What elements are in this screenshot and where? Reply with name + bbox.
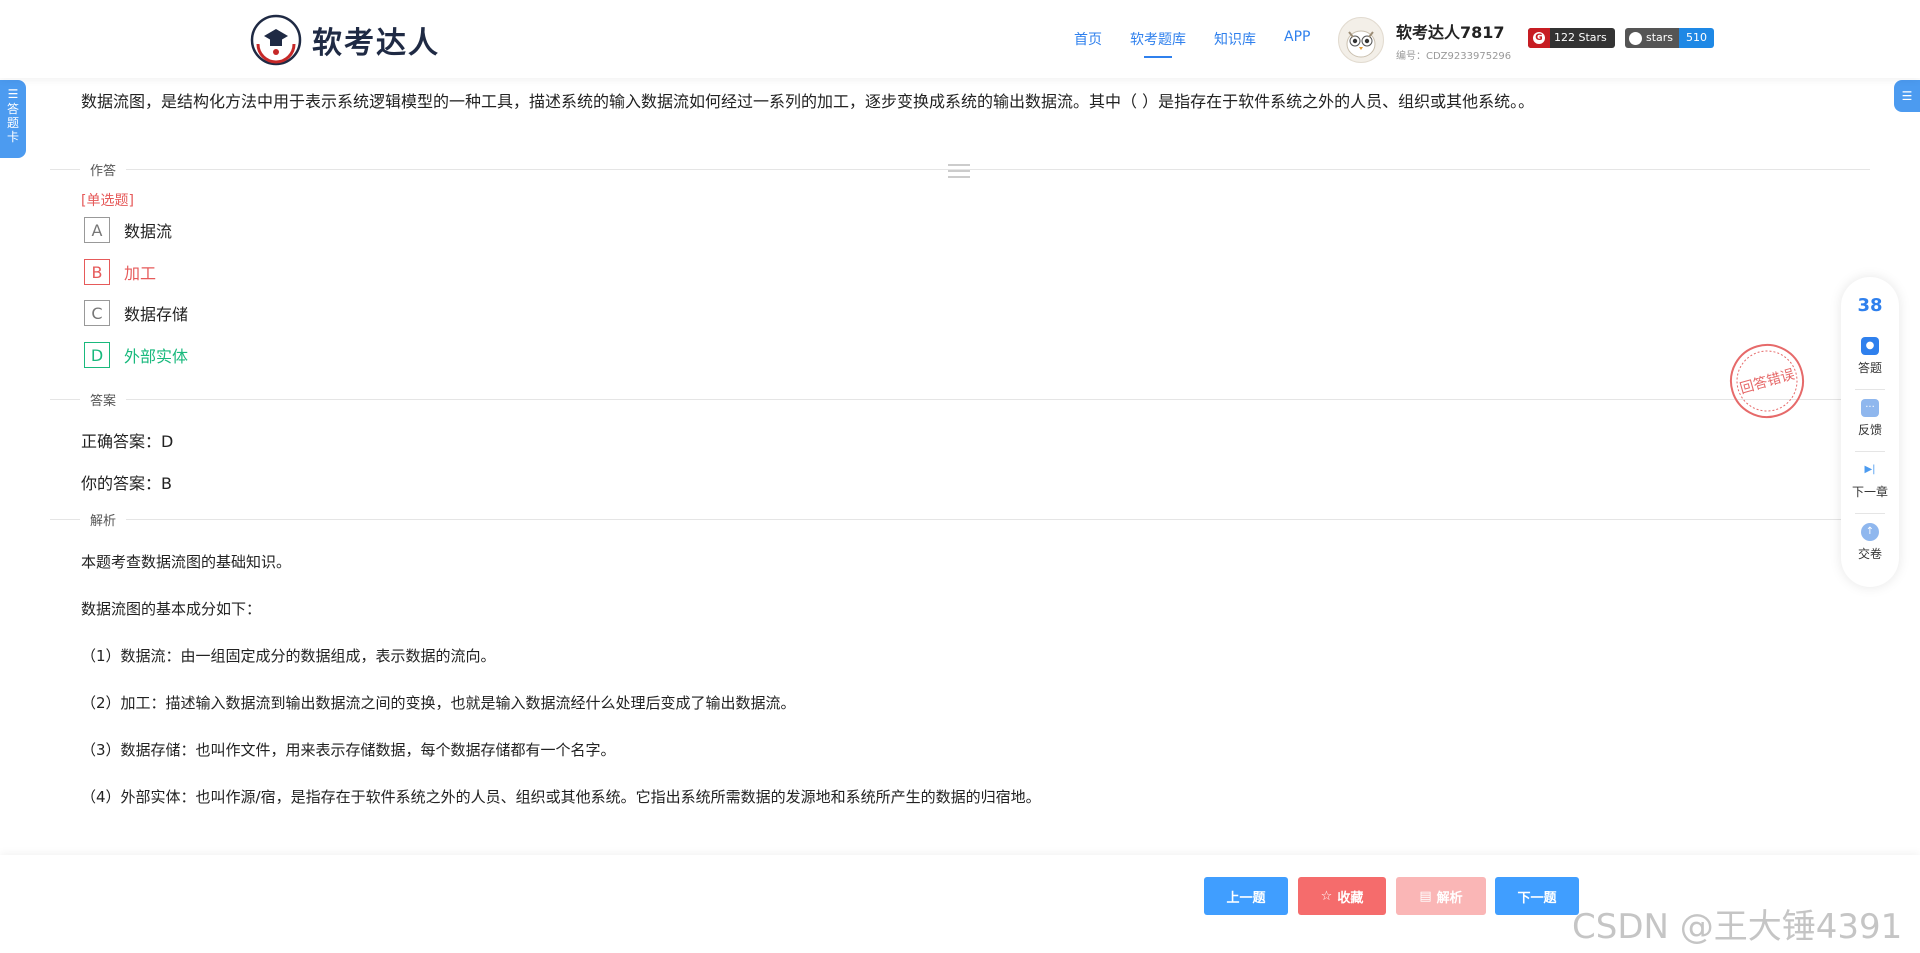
option-a[interactable]: A 数据流 bbox=[84, 217, 172, 243]
option-d[interactable]: D 外部实体 bbox=[84, 342, 188, 368]
favorite-button[interactable]: ☆ 收藏 bbox=[1298, 877, 1386, 915]
main-nav: 首页 软考题库 知识库 APP bbox=[1074, 29, 1310, 58]
nav-app[interactable]: APP bbox=[1284, 29, 1310, 49]
option-b[interactable]: B 加工 bbox=[84, 259, 156, 285]
next-chapter-button[interactable]: ▶| 下一章 bbox=[1841, 461, 1899, 500]
menu-icon: ☰ bbox=[1901, 89, 1913, 103]
divider bbox=[1855, 451, 1885, 452]
answer-button[interactable]: ● 答题 bbox=[1841, 337, 1899, 376]
owl-avatar-icon bbox=[1346, 30, 1376, 58]
section-result-label: 答案 bbox=[80, 390, 127, 409]
divider bbox=[1855, 389, 1885, 390]
user-id: 编号：CDZ9233975296 bbox=[1396, 50, 1512, 62]
nav-knowledge-base[interactable]: 知识库 bbox=[1214, 29, 1256, 49]
lightbulb-icon: ● bbox=[1861, 337, 1879, 355]
analysis-paragraph: 数据流图的基本成分如下： bbox=[81, 600, 262, 618]
github-icon bbox=[1629, 31, 1642, 45]
upload-icon: ↑ bbox=[1861, 523, 1879, 541]
csdn-watermark: CSDN @王大锤4391 bbox=[1572, 907, 1903, 947]
section-answer-label: 作答 bbox=[80, 160, 127, 179]
bottom-action-bar: 上一题 ☆ 收藏 ▤ 解析 下一题 CSDN @王大锤4391 bbox=[0, 855, 1920, 953]
divider bbox=[1855, 513, 1885, 514]
analysis-paragraph: 本题考查数据流图的基础知识。 bbox=[81, 553, 292, 571]
next-question-button[interactable]: 下一题 bbox=[1495, 877, 1579, 915]
submit-exam-button[interactable]: ↑ 交卷 bbox=[1841, 523, 1899, 562]
gitee-icon: G bbox=[1528, 28, 1550, 48]
nav-home[interactable]: 首页 bbox=[1074, 29, 1102, 49]
wrong-answer-stamp: 回答错误 bbox=[1719, 333, 1815, 429]
top-header: 软考达人 首页 软考题库 知识库 APP 软考达人7817 编号：CDZ9233… bbox=[0, 0, 1920, 78]
question-type: [单选题] bbox=[81, 193, 134, 209]
user-name: 软考达人7817 bbox=[1396, 22, 1505, 42]
question-counter: 38 bbox=[1857, 295, 1883, 316]
logo-icon bbox=[250, 14, 302, 66]
menu-icon: ☰ bbox=[7, 87, 19, 101]
floating-tool-panel: 38 ● 答题 ··· 反馈 ▶| 下一章 ↑ 交卷 bbox=[1841, 277, 1899, 587]
analysis-paragraph: （3）数据存储：也叫作文件，用来表示存储数据，每个数据存储都有一个名字。 bbox=[81, 741, 616, 759]
avatar[interactable] bbox=[1338, 17, 1384, 63]
question-text: 数据流图，是结构化方法中用于表示系统逻辑模型的一种工具，描述系统的输入数据流如何… bbox=[81, 92, 1535, 111]
site-logo[interactable]: 软考达人 bbox=[250, 14, 440, 66]
section-analysis-label: 解析 bbox=[80, 510, 127, 529]
drag-handle-icon[interactable] bbox=[948, 164, 970, 178]
document-icon: ▤ bbox=[1419, 888, 1432, 904]
right-menu-tab[interactable]: ☰ bbox=[1894, 80, 1920, 112]
analysis-paragraph: （2）加工：描述输入数据流到输出数据流之间的变换，也就是输入数据流经什么处理后变… bbox=[81, 694, 796, 712]
star-icon: ☆ bbox=[1320, 888, 1333, 904]
your-answer: 你的答案：B bbox=[81, 474, 172, 493]
analysis-button[interactable]: ▤ 解析 bbox=[1396, 877, 1486, 915]
gitee-stars-badge[interactable]: G 122 Stars bbox=[1528, 28, 1615, 48]
skip-next-icon: ▶| bbox=[1864, 464, 1876, 475]
analysis-paragraph: （4）外部实体：也叫作源/宿，是指存在于软件系统之外的人员、组织或其他系统。它指… bbox=[81, 788, 1041, 806]
svg-text:回答错误: 回答错误 bbox=[1738, 366, 1797, 398]
logo-text: 软考达人 bbox=[312, 26, 440, 61]
chat-icon: ··· bbox=[1861, 399, 1879, 417]
previous-question-button[interactable]: 上一题 bbox=[1204, 877, 1288, 915]
option-c[interactable]: C 数据存储 bbox=[84, 300, 188, 326]
feedback-button[interactable]: ··· 反馈 bbox=[1841, 399, 1899, 438]
answer-card-tab[interactable]: ☰ 答题卡 bbox=[0, 80, 26, 158]
nav-question-bank[interactable]: 软考题库 bbox=[1130, 29, 1186, 58]
divider bbox=[50, 519, 1870, 520]
divider bbox=[50, 399, 1870, 400]
user-profile[interactable]: 软考达人7817 编号：CDZ9233975296 bbox=[1338, 17, 1511, 63]
correct-answer: 正确答案：D bbox=[81, 432, 174, 451]
analysis-paragraph: （1）数据流：由一组固定成分的数据组成，表示数据的流向。 bbox=[81, 647, 496, 665]
github-stars-badge[interactable]: stars 510 bbox=[1625, 28, 1715, 48]
